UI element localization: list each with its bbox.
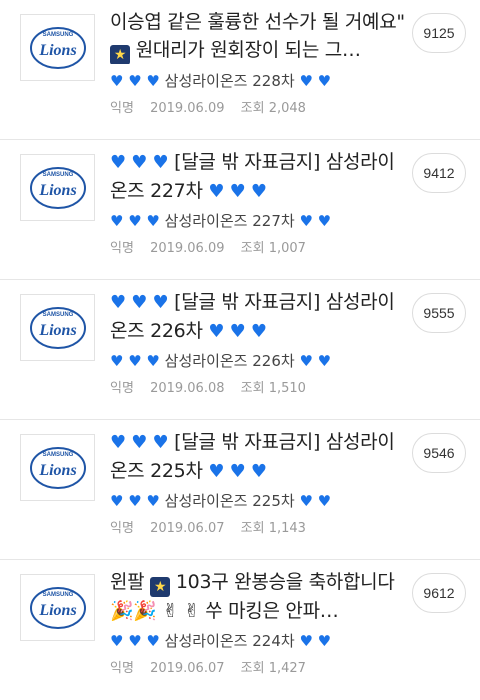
comment-count-badge[interactable]: 9125 [412,13,466,53]
post-meta: 익명 2019.06.09 조회 2,048 [110,100,410,118]
comment-count-badge[interactable]: 9412 [412,153,466,193]
team-logo-thumbnail: SAMSUNG Lions [20,154,95,221]
author-label: 익명 [110,241,134,256]
blue-heart-icon: ♥ ♥ [299,72,332,90]
blue-heart-icon: ♥ ♥ ♥ [110,432,169,453]
comment-count-badge[interactable]: 9555 [412,293,466,333]
date-label: 2019.06.08 [150,381,225,396]
svg-text:SAMSUNG: SAMSUNG [42,452,73,458]
date-label: 2019.06.09 [150,241,225,256]
lions-logo-icon: SAMSUNG Lions [29,166,86,209]
svg-text:SAMSUNG: SAMSUNG [42,592,73,598]
blue-heart-icon: ♥ ♥ ♥ [110,292,169,313]
post-meta: 익명 2019.06.07 조회 1,143 [110,520,410,538]
lions-logo-icon: SAMSUNG Lions [29,446,86,489]
post-preview: ♥ ♥ ♥ 삼성라이온즈 224차 ♥ ♥ [110,632,332,650]
views-label: 조회 1,143 [240,521,306,536]
list-item[interactable]: SAMSUNG Lions ♥ ♥ ♥ [달글 밖 자표금지] 삼성라이온즈 2… [0,140,480,280]
list-item[interactable]: SAMSUNG Lions 이승엽 같은 훌륭한 선수가 될 거예요" ★ 원대… [0,0,480,140]
post-preview: ♥ ♥ ♥ 삼성라이온즈 228차 ♥ ♥ [110,72,332,90]
list-item[interactable]: SAMSUNG Lions ♥ ♥ ♥ [달글 밖 자표금지] 삼성라이온즈 2… [0,280,480,420]
lions-logo-icon: SAMSUNG Lions [29,306,86,349]
party-popper-icon: 🎉🎉 [110,600,157,622]
shooting-star-emoji-icon: ★ [110,45,130,64]
comment-count-badge[interactable]: 9612 [412,573,466,613]
blue-heart-icon: ♥ ♥ [299,212,332,230]
blue-heart-icon: ♥ ♥ [299,492,332,510]
victory-hand-icon: ✌ ✌ [162,600,200,622]
author-label: 익명 [110,381,134,396]
list-item[interactable]: SAMSUNG Lions ♥ ♥ ♥ [달글 밖 자표금지] 삼성라이온즈 2… [0,420,480,560]
lions-logo-icon: SAMSUNG Lions [29,586,86,629]
svg-text:SAMSUNG: SAMSUNG [42,172,73,178]
post-title[interactable]: ♥ ♥ ♥ [달글 밖 자표금지] 삼성라이온즈 226차 ♥ ♥ ♥ [110,288,410,344]
post-title[interactable]: ♥ ♥ ♥ [달글 밖 자표금지] 삼성라이온즈 227차 ♥ ♥ ♥ [110,148,410,204]
lions-logo-icon: SAMSUNG Lions [29,26,86,69]
date-label: 2019.06.09 [150,101,225,116]
post-list: SAMSUNG Lions 이승엽 같은 훌륭한 선수가 될 거예요" ★ 원대… [0,0,480,700]
post-preview: ♥ ♥ ♥ 삼성라이온즈 226차 ♥ ♥ [110,352,332,370]
blue-heart-icon: ♥ ♥ ♥ [208,321,267,342]
blue-heart-icon: ♥ ♥ ♥ [110,152,169,173]
team-logo-thumbnail: SAMSUNG Lions [20,294,95,361]
svg-text:SAMSUNG: SAMSUNG [42,32,73,38]
blue-heart-icon: ♥ ♥ ♥ [110,352,160,370]
date-label: 2019.06.07 [150,521,225,536]
svg-text:Lions: Lions [38,602,76,619]
blue-heart-icon: ♥ ♥ ♥ [208,461,267,482]
blue-heart-icon: ♥ ♥ ♥ [208,181,267,202]
post-meta: 익명 2019.06.08 조회 1,510 [110,380,410,398]
post-title[interactable]: ♥ ♥ ♥ [달글 밖 자표금지] 삼성라이온즈 225차 ♥ ♥ ♥ [110,428,410,484]
blue-heart-icon: ♥ ♥ ♥ [110,492,160,510]
team-logo-thumbnail: SAMSUNG Lions [20,434,95,501]
views-label: 조회 1,007 [240,241,306,256]
post-preview: ♥ ♥ ♥ 삼성라이온즈 227차 ♥ ♥ [110,212,332,230]
blue-heart-icon: ♥ ♥ ♥ [110,212,160,230]
post-title[interactable]: 이승엽 같은 훌륭한 선수가 될 거예요" ★ 원대리가 원회장이 되는 그… [110,8,410,64]
views-label: 조회 2,048 [240,101,306,116]
blue-heart-icon: ♥ ♥ ♥ [110,632,160,650]
post-preview: ♥ ♥ ♥ 삼성라이온즈 225차 ♥ ♥ [110,492,332,510]
comment-count-badge[interactable]: 9546 [412,433,466,473]
svg-text:Lions: Lions [38,182,76,199]
blue-heart-icon: ♥ ♥ ♥ [110,72,160,90]
author-label: 익명 [110,521,134,536]
svg-text:Lions: Lions [38,42,76,59]
author-label: 익명 [110,101,134,116]
post-meta: 익명 2019.06.07 조회 1,427 [110,660,410,678]
shooting-star-emoji-icon: ★ [150,577,171,597]
views-label: 조회 1,510 [240,381,306,396]
post-title[interactable]: 윈팔 ★ 103구 완봉승을 축하합니다🎉🎉 ✌ ✌ 쑤 마킹은 안파… [110,568,410,624]
list-item[interactable]: SAMSUNG Lions 윈팔 ★ 103구 완봉승을 축하합니다🎉🎉 ✌ ✌… [0,560,480,700]
blue-heart-icon: ♥ ♥ [299,352,332,370]
team-logo-thumbnail: SAMSUNG Lions [20,574,95,641]
post-meta: 익명 2019.06.09 조회 1,007 [110,240,410,258]
svg-text:Lions: Lions [38,322,76,339]
svg-text:SAMSUNG: SAMSUNG [42,312,73,318]
svg-text:Lions: Lions [38,462,76,479]
blue-heart-icon: ♥ ♥ [299,632,332,650]
team-logo-thumbnail: SAMSUNG Lions [20,14,95,81]
